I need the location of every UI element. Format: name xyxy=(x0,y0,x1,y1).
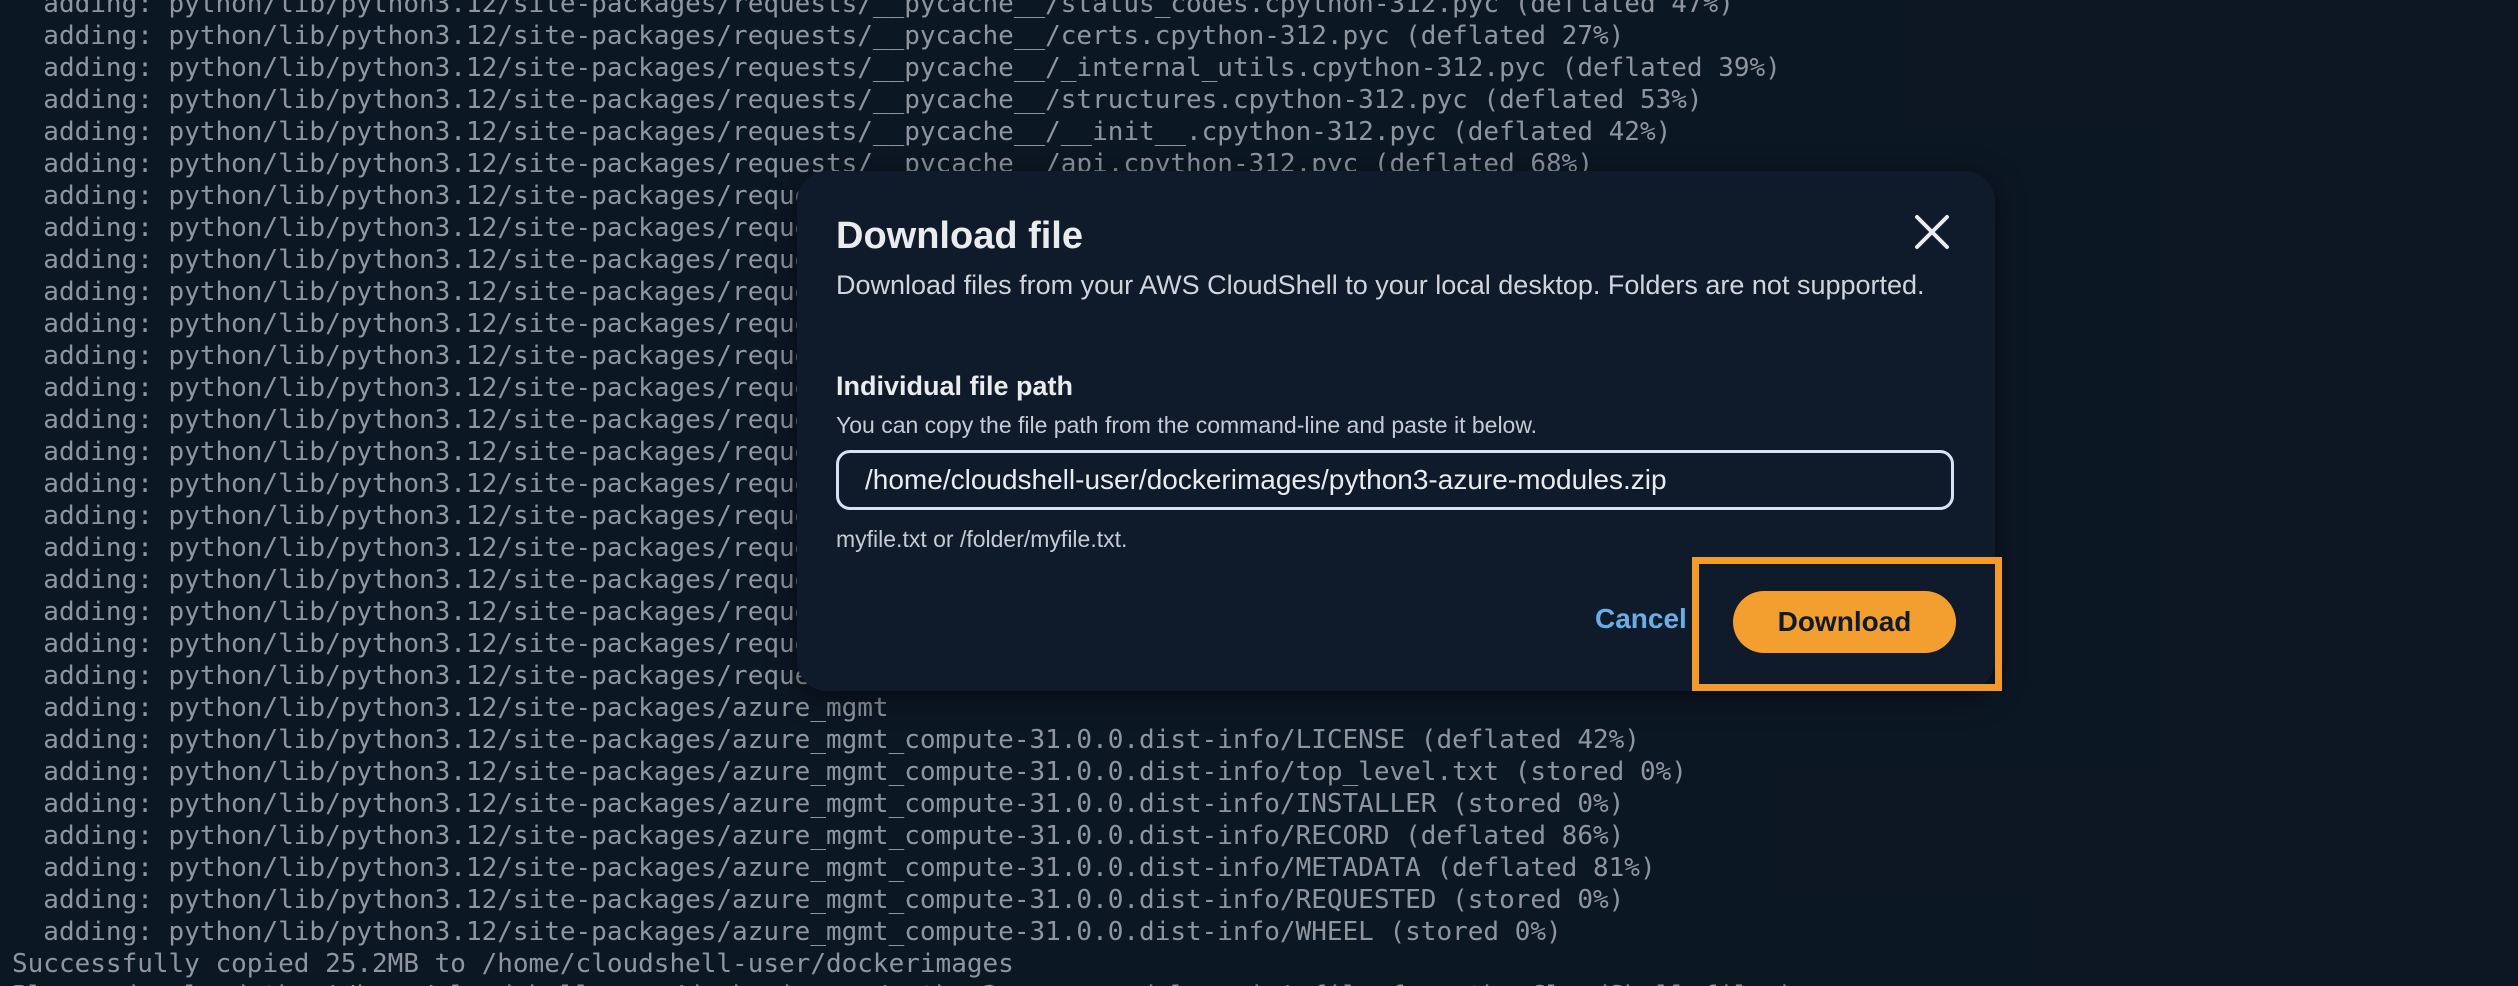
file-path-description: You can copy the file path from the comm… xyxy=(836,412,1538,438)
download-file-dialog: Download file Download files from your A… xyxy=(797,171,1995,691)
close-button[interactable] xyxy=(1907,207,1957,257)
close-icon xyxy=(1915,215,1949,249)
download-button[interactable]: Download xyxy=(1733,591,1956,653)
file-path-input[interactable] xyxy=(836,450,1954,510)
file-path-hint: myfile.txt or /folder/myfile.txt. xyxy=(836,526,1128,552)
dialog-description: Download files from your AWS CloudShell … xyxy=(836,270,1925,300)
cancel-button[interactable]: Cancel xyxy=(1575,591,1707,647)
file-path-label: Individual file path xyxy=(836,371,1074,401)
dialog-title: Download file xyxy=(836,215,1083,257)
